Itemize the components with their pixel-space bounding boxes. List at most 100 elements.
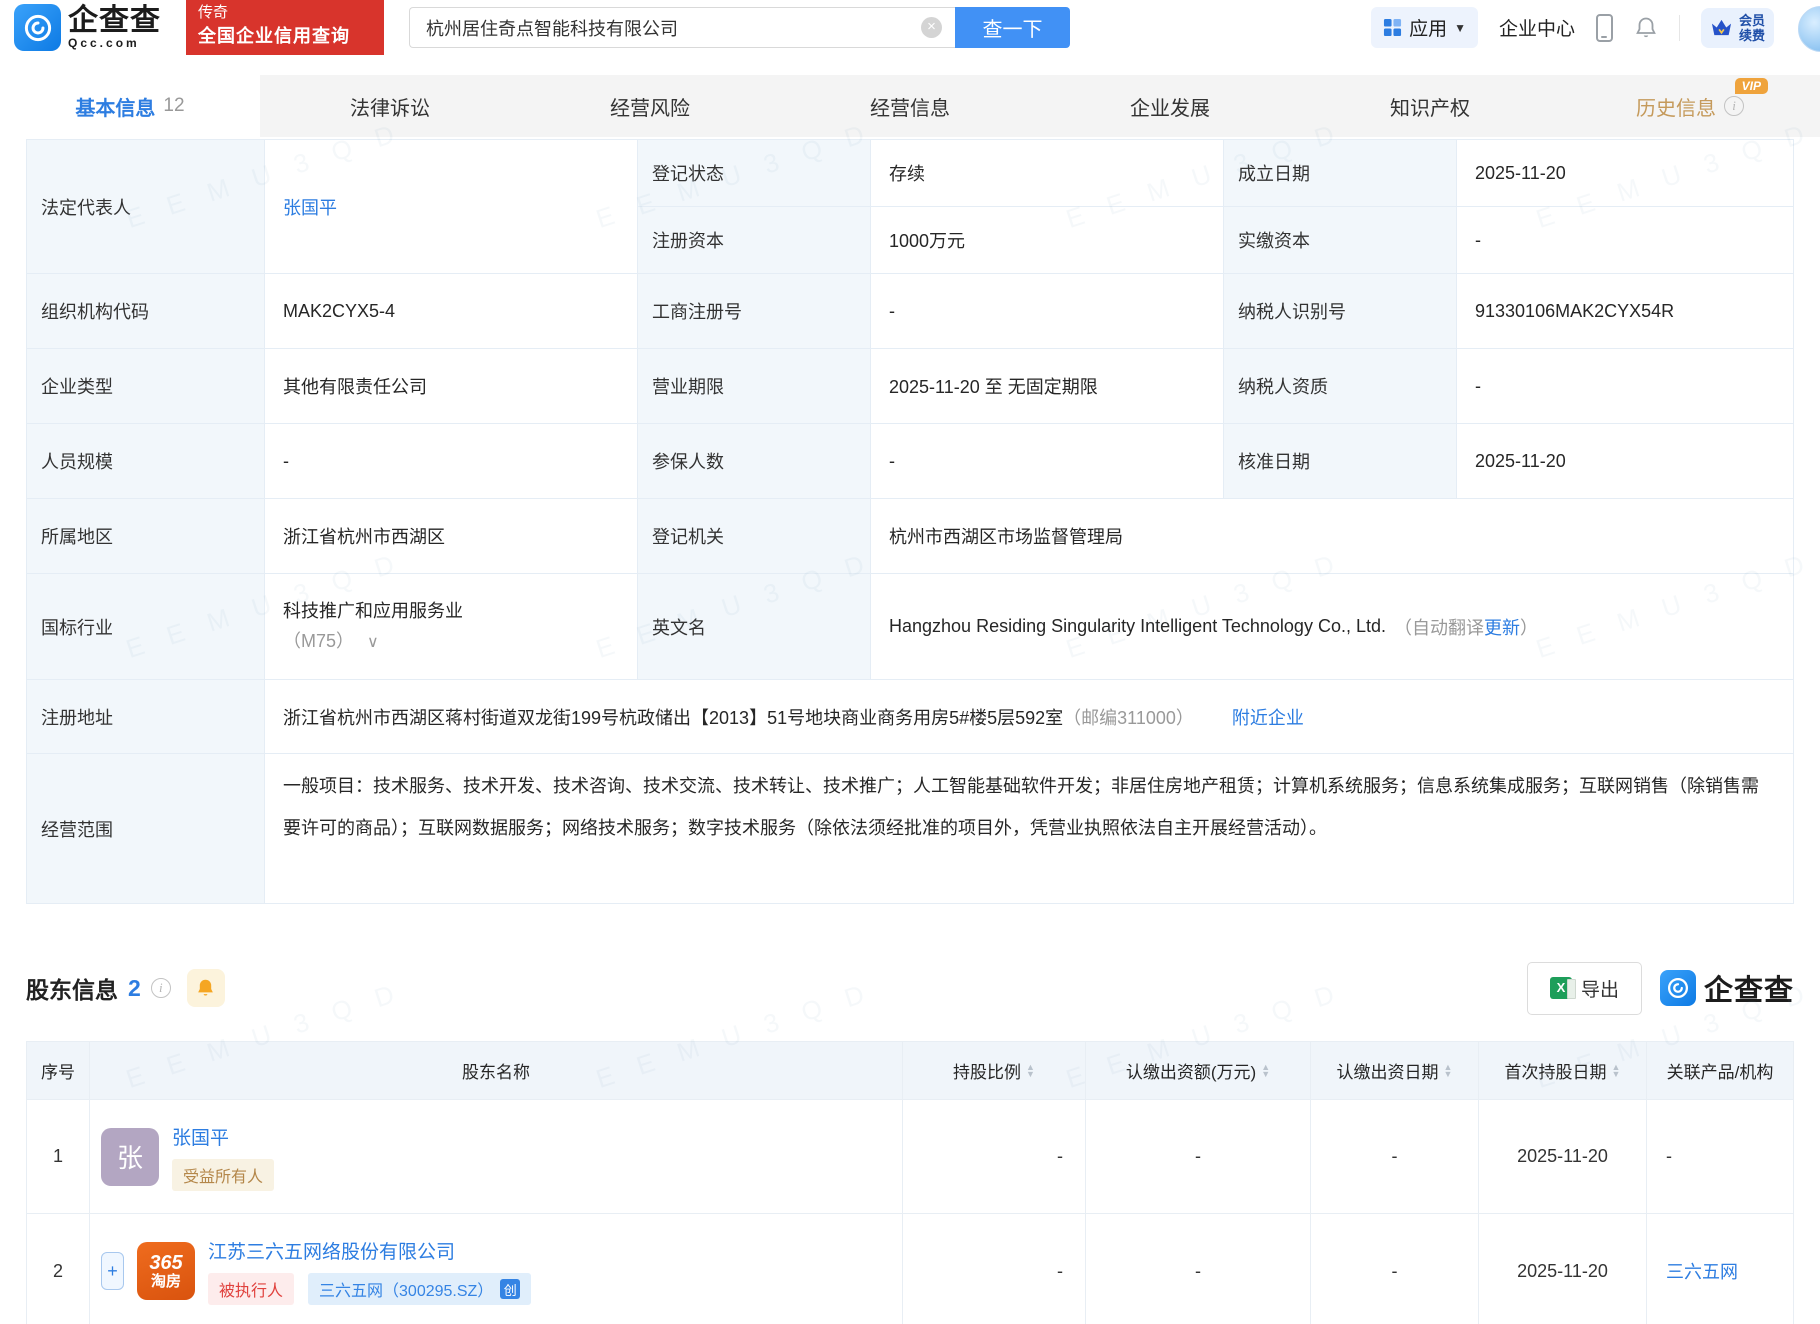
table-row: 所属地区 浙江省杭州市西湖区 登记机关 杭州市西湖区市场监督管理局 [27,499,1793,574]
shareholders-count: 2 [128,974,141,1001]
ratio-value: - [903,1100,1086,1213]
apps-menu-label: 应用 [1409,19,1448,40]
beneficial-owner-badge[interactable]: 受益所有人 [172,1158,275,1191]
tab-operation-risk[interactable]: 经营风险 [520,75,780,137]
company-tab-bar: 基本信息 12 法律诉讼 经营风险 经营信息 企业发展 知识产权 历史信息 VI… [0,75,1820,137]
establish-date-label: 成立日期 [1224,140,1457,206]
industry-label: 国标行业 [27,574,265,679]
table-row: 人员规模 - 参保人数 - 核准日期 2025-11-20 [27,424,1793,499]
table-row: 注册地址 浙江省杭州市西湖区蒋村街道双龙街199号杭政储出【2013】51号地块… [27,680,1793,754]
tab-history-info[interactable]: 历史信息 VIP i [1560,75,1820,137]
user-avatar[interactable] [1798,6,1820,52]
membership-renew-button[interactable]: 会员 续费 [1700,7,1774,48]
table-row: 经营范围 一般项目：技术服务、技术开发、技术咨询、技术交流、技术转让、技术推广；… [27,754,1793,904]
table-row: 国标行业 科技推广和应用服务业 （M75） ∨ 英文名 Hangzhou Res… [27,574,1793,680]
legal-rep-label: 法定代表人 [27,140,265,273]
scope-value: 一般项目：技术服务、技术开发、技术咨询、技术交流、技术转让、技术推广；人工智能基… [283,776,1759,838]
taxpayer-id-label: 纳税人识别号 [1224,274,1457,348]
expand-button[interactable]: + [101,1252,124,1290]
qcc-company-page: 企查查 Qcc.com 传奇 全国企业信用查询 × 查一下 应用 ▼ [0,0,1820,1324]
biz-reg-no-label: 工商注册号 [638,274,871,348]
org-code-label: 组织机构代码 [27,274,265,348]
shareholder-name-link[interactable]: 江苏三六五网络股份有限公司 [208,1237,531,1264]
region-label: 所属地区 [27,499,265,573]
first-date-value: 2025-11-20 [1479,1100,1647,1213]
shareholder-logo[interactable]: 365 淘房 [137,1242,195,1300]
enterprise-center-link[interactable]: 企业中心 [1499,14,1575,41]
shareholder-row: 2 + 365 淘房 江苏三六五网络股份有限公司 被执行人 三六五网（30029… [27,1214,1793,1324]
industry-cell: 科技推广和应用服务业 （M75） ∨ [265,574,638,679]
qcc-watermark-text: 企查查 [1703,975,1794,1007]
vip-badge: VIP [1734,78,1768,94]
address-postcode: （邮编311000） [1063,707,1194,728]
col-header-amount[interactable]: 认缴出资额(万元) ▲ ▼ [1086,1042,1311,1099]
company-type-label: 企业类型 [27,349,265,423]
tab-legal-litigation[interactable]: 法律诉讼 [260,75,520,137]
qcc-logo-text: 企查查 [68,4,161,37]
bell-icon [198,979,214,996]
col-header-sub-date[interactable]: 认缴出资日期 ▲ ▼ [1311,1042,1479,1099]
biz-term-label: 营业期限 [638,349,871,423]
qcc-logo-domain: Qcc.com [68,36,140,50]
stock-badge[interactable]: 三六五网（300295.SZ） 创 [308,1273,532,1305]
qcc-logo-icon [1659,970,1696,1006]
insured-num-value: - [871,424,1224,498]
shareholder-avatar[interactable]: 张 [101,1127,159,1186]
col-header-name: 股东名称 [90,1042,903,1099]
reg-capital-value: 1000万元 [871,207,1224,273]
clear-search-icon[interactable]: × [921,17,942,38]
qcc-logo[interactable]: 企查查 Qcc.com [14,4,161,51]
insured-num-label: 参保人数 [638,424,871,498]
sort-icon: ▲ ▼ [1026,1061,1035,1079]
shareholders-section-header: 股东信息 2 i X 导出 企查查 [26,952,1794,1024]
taxpayer-quality-label: 纳税人资质 [1224,349,1457,423]
nearby-companies-link[interactable]: 附近企业 [1232,704,1304,730]
scope-label: 经营范围 [27,754,265,903]
info-icon[interactable]: i [150,978,171,998]
related-value: - [1666,1146,1672,1166]
approve-date-value: 2025-11-20 [1475,450,1566,471]
tab-intellectual-property[interactable]: 知识产权 [1300,75,1560,137]
export-button[interactable]: X 导出 [1526,961,1642,1015]
mobile-app-icon[interactable] [1595,13,1613,42]
col-header-ratio[interactable]: 持股比例 ▲ ▼ [903,1042,1086,1099]
sub-date-value: - [1311,1214,1479,1324]
search-input[interactable] [409,7,955,48]
english-name-cell: Hangzhou Residing Singularity Intelligen… [871,574,1793,679]
staff-size-label: 人员规模 [27,424,265,498]
search-button[interactable]: 查一下 [955,7,1070,48]
executed-person-badge[interactable]: 被执行人 [208,1273,295,1305]
ratio-value: - [903,1214,1086,1324]
address-value: 浙江省杭州市西湖区蒋村街道双龙街199号杭政储出【2013】51号地块商业商务用… [283,707,1064,728]
chevron-down-icon: ▼ [1454,20,1466,35]
search-bar: × 查一下 [409,7,1070,48]
info-icon[interactable]: i [1724,96,1744,116]
col-header-no: 序号 [27,1042,90,1099]
approve-date-label: 核准日期 [1224,424,1457,498]
shareholder-row: 1 张 张国平 受益所有人 - - - 2025-11-20 - [27,1100,1793,1214]
col-header-first-date[interactable]: 首次持股日期 ▲ ▼ [1479,1042,1647,1099]
paid-capital-value: - [1475,229,1481,250]
tab-operation-info[interactable]: 经营信息 [780,75,1040,137]
region-value: 浙江省杭州市西湖区 [265,499,638,573]
english-name-value: Hangzhou Residing Singularity Intelligen… [889,616,1386,636]
related-product-link[interactable]: 三六五网 [1666,1258,1738,1284]
sub-date-value: - [1311,1100,1479,1213]
reg-status-label: 登记状态 [638,140,871,206]
vip-label-2: 续费 [1738,27,1765,43]
shareholder-name-link[interactable]: 张国平 [172,1123,274,1150]
basic-info-table: 法定代表人 张国平 登记状态 存续 成立日期 2025-11-20 注册资本 1… [26,139,1794,904]
notification-bell-icon[interactable] [1634,15,1658,41]
industry-code: （M75） [283,630,355,651]
export-label: 导出 [1580,979,1619,1001]
biz-term-value: 2025-11-20 至 无固定期限 [871,349,1224,423]
subscribe-bell-button[interactable] [186,969,225,1007]
apps-menu-button[interactable]: 应用 ▼ [1371,7,1478,48]
auto-translate-note: （自动翻译 [1393,617,1484,638]
legal-rep-link[interactable]: 张国平 [283,194,337,220]
chevron-down-icon[interactable]: ∨ [367,634,379,651]
tab-company-development[interactable]: 企业发展 [1040,75,1300,137]
address-label: 注册地址 [27,680,265,753]
translate-update-link[interactable]: 更新 [1484,614,1520,640]
tab-basic-info[interactable]: 基本信息 12 [0,75,260,137]
